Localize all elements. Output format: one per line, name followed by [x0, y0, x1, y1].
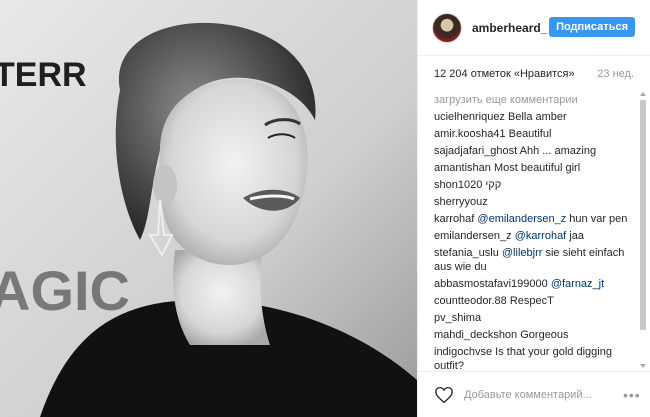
comment-bar: ••• [418, 371, 650, 417]
comment-text: Beautiful [508, 128, 552, 140]
comments-list: загрузить еще комментарии ucielhenriquez… [434, 93, 636, 369]
comment-item: shon1020 קקי [434, 178, 636, 192]
avatar[interactable] [432, 12, 462, 43]
background-sign-text-top: TERR [0, 56, 87, 94]
comments-container: ucielhenriquez Bella amber amir.koosha41 … [434, 110, 636, 369]
comment-item: abbasmostafavi199000 @farnaz_jt [434, 277, 636, 291]
comment-item: sajadjafari_ghost Ahh ... amazing [434, 144, 636, 158]
comment-username[interactable]: countteodor.88 [434, 295, 507, 307]
comment-username[interactable]: sajadjafari_ghost [434, 145, 517, 157]
comment-item: ucielhenriquez Bella amber [434, 110, 636, 124]
comment-item: karrohaf @emilandersen_z hun var pen [434, 212, 636, 226]
comment-username[interactable]: karrohaf [434, 213, 474, 225]
follow-button[interactable]: Подписаться [549, 17, 635, 37]
comment-username[interactable]: pv_shima [434, 312, 481, 324]
comment-username[interactable]: shon1020 [434, 179, 482, 191]
comment-mention-link[interactable]: @lilebjrr [502, 247, 543, 259]
comment-text: Most beautiful girl [493, 162, 581, 174]
comment-item: amantishan Most beautiful girl [434, 161, 636, 175]
scrollbar-thumb[interactable] [640, 100, 646, 330]
comment-username[interactable]: stefania_uslu [434, 247, 499, 259]
comment-username[interactable]: ucielhenriquez [434, 111, 505, 123]
comments-scrollbar[interactable] [639, 92, 647, 368]
comment-item: pv_shima [434, 311, 636, 325]
comment-item: stefania_uslu @lilebjrr sie sieht einfac… [434, 246, 636, 274]
scroll-up-arrow-icon[interactable] [640, 92, 646, 96]
background-sign-text-bottom: AGIC [0, 259, 130, 322]
comment-text: hun var pen [566, 213, 628, 225]
comment-text: jaa [566, 230, 584, 242]
comment-text: קקי [485, 179, 502, 191]
comment-username[interactable]: abbasmostafavi199000 [434, 278, 548, 290]
likes-count[interactable]: 12 204 отметок «Нравится» [434, 68, 575, 82]
comment-username[interactable]: emilandersen_z [434, 230, 512, 242]
comment-item: countteodor.88 RespecT [434, 294, 636, 308]
comment-input[interactable] [464, 388, 623, 401]
comment-mention-link[interactable]: @karrohaf [515, 230, 567, 242]
more-options-icon[interactable]: ••• [623, 387, 640, 403]
post-photo[interactable]: TERR AGIC [0, 0, 417, 417]
comment-item: indigochvse Is that your gold digging ou… [434, 345, 636, 369]
comment-item: amir.koosha41 Beautiful [434, 127, 636, 141]
comment-item: sherryyouz [434, 195, 636, 209]
load-more-comments-link[interactable]: загрузить еще комментарии [434, 93, 636, 110]
heart-icon[interactable] [434, 386, 454, 404]
comment-text: Ahh ... amazing [519, 145, 597, 157]
username-link[interactable]: amberheard_ [472, 21, 547, 35]
comment-username[interactable]: amantishan [434, 162, 491, 174]
comment-text: Bella amber [508, 111, 567, 123]
comment-username[interactable]: indigochvse [434, 346, 492, 358]
post-sidebar: amberheard_ Подписаться 12 204 отметок «… [417, 0, 650, 417]
scroll-down-arrow-icon[interactable] [640, 364, 646, 368]
comment-text: RespecT [509, 295, 554, 307]
comment-item: emilandersen_z @karrohaf jaa [434, 229, 636, 243]
comment-mention-link[interactable]: @farnaz_jt [551, 278, 604, 290]
likes-row: 12 204 отметок «Нравится» 23 нед. [434, 68, 634, 82]
post-time[interactable]: 23 нед. [597, 68, 634, 82]
comment-username[interactable]: sherryyouz [434, 196, 488, 208]
post-header: amberheard_ Подписаться [418, 0, 650, 56]
comment-username[interactable]: amir.koosha41 [434, 128, 506, 140]
comment-text: Gorgeous [520, 329, 569, 341]
comment-item: mahdi_deckshon Gorgeous [434, 328, 636, 342]
instagram-post: TERR AGIC amberheard_ Подписаться 12 204… [0, 0, 650, 417]
portrait-image: TERR AGIC [0, 0, 417, 417]
comment-username[interactable]: mahdi_deckshon [434, 329, 517, 341]
comment-mention-link[interactable]: @emilandersen_z [477, 213, 566, 225]
